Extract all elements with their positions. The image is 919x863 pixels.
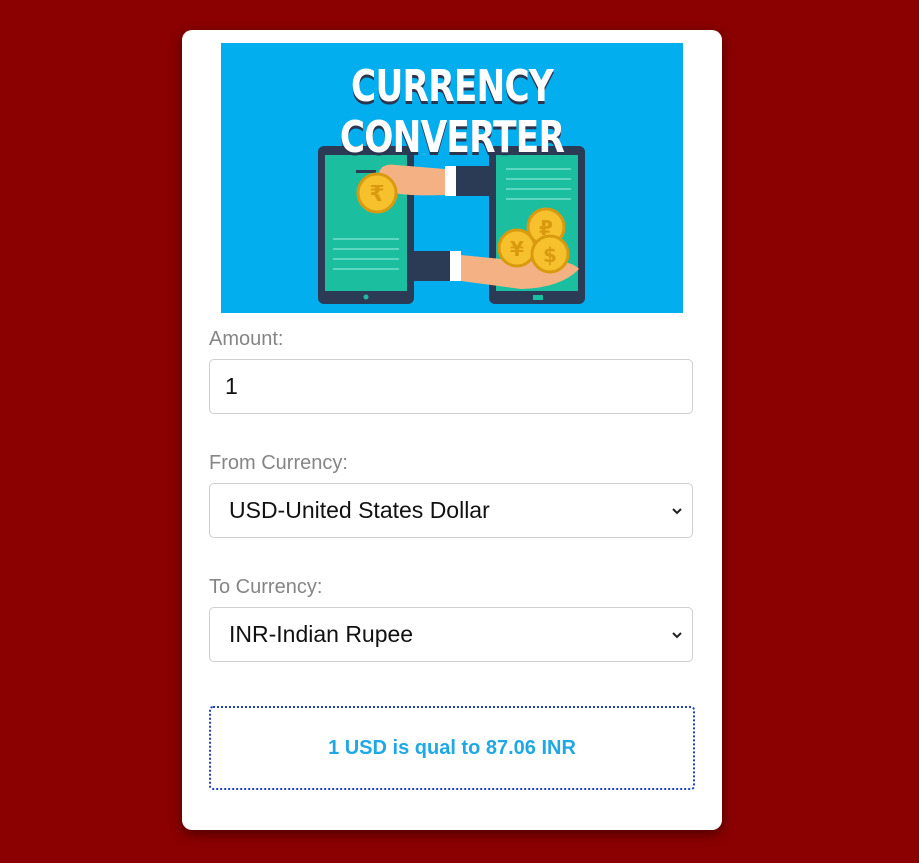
amount-input[interactable]: 1 bbox=[209, 359, 693, 414]
converter-card: ₹ ¥ ₽ $ CURRENCY CONVERTER Amount: 1 Fro… bbox=[182, 30, 722, 830]
chevron-down-icon bbox=[672, 631, 682, 638]
svg-text:$: $ bbox=[543, 243, 557, 267]
svg-text:¥: ¥ bbox=[510, 237, 524, 261]
currency-converter-banner: ₹ ¥ ₽ $ CURRENCY CONVERTER bbox=[221, 43, 683, 313]
from-currency-value: USD-United States Dollar bbox=[229, 497, 490, 523]
svg-text:₹: ₹ bbox=[369, 182, 384, 207]
banner-title: CURRENCY CONVERTER bbox=[339, 61, 565, 163]
amount-value: 1 bbox=[225, 373, 238, 399]
to-currency-label: To Currency: bbox=[209, 576, 323, 598]
conversion-result: 1 USD is qual to 87.06 INR bbox=[209, 706, 695, 790]
conversion-result-text: 1 USD is qual to 87.06 INR bbox=[328, 736, 576, 759]
amount-label: Amount: bbox=[209, 328, 284, 350]
to-currency-select[interactable]: INR-Indian Rupee bbox=[209, 607, 693, 662]
from-currency-label: From Currency: bbox=[209, 452, 348, 474]
from-currency-select[interactable]: USD-United States Dollar bbox=[209, 483, 693, 538]
chevron-down-icon bbox=[672, 507, 682, 514]
to-currency-value: INR-Indian Rupee bbox=[229, 621, 414, 647]
